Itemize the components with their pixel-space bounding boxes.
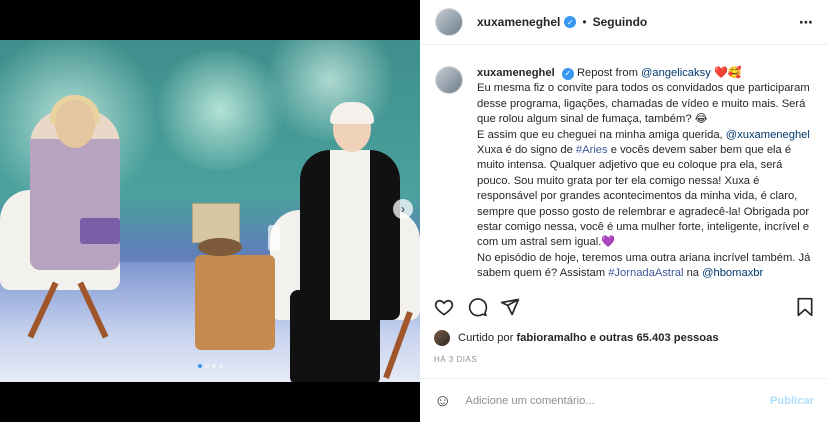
- caption-paragraph: na: [686, 267, 700, 280]
- avatar[interactable]: [435, 66, 463, 94]
- mention-link[interactable]: @hbomaxbr: [702, 267, 763, 279]
- timestamp[interactable]: HÁ 3 DIAS: [434, 355, 477, 364]
- verified-icon: ✓: [564, 16, 577, 28]
- hashtag-link[interactable]: #Aries: [576, 144, 608, 156]
- mention-link[interactable]: @xuxameneghel: [726, 129, 810, 141]
- side-table: [195, 255, 275, 350]
- following-button[interactable]: Seguindo: [593, 15, 648, 29]
- save-icon[interactable]: [796, 297, 814, 322]
- comment-input[interactable]: [465, 394, 770, 407]
- comment-bar: ☺ Publicar: [420, 378, 828, 422]
- comment-icon[interactable]: [468, 297, 488, 322]
- avatar[interactable]: [434, 330, 450, 346]
- carousel-indicator: [198, 364, 223, 368]
- cue-card: [80, 218, 120, 244]
- header-username[interactable]: xuxameneghel: [477, 15, 560, 29]
- liked-prefix: Curtido por: [458, 332, 514, 344]
- action-bar: [434, 297, 814, 317]
- hashtag-link[interactable]: #JornadaAstral: [608, 267, 683, 279]
- separator: •: [582, 15, 587, 29]
- carousel-dot: [219, 364, 223, 368]
- liked-count-link[interactable]: e outras 65.403 pessoas: [590, 332, 719, 344]
- verified-icon: ✓: [561, 67, 574, 80]
- post-caption: xuxameneghel ✓ Repost from @angelicaksy …: [435, 66, 817, 282]
- carousel-dot: [205, 364, 209, 368]
- liked-by: Curtido por fabioramalho e outras 65.403…: [434, 330, 719, 346]
- repost-mention-link[interactable]: @angelicaksy: [641, 67, 711, 79]
- emoji-text: ❤️🥰: [713, 67, 742, 79]
- caption-paragraph: E assim que eu cheguei na minha amiga qu…: [477, 128, 723, 141]
- more-options-icon[interactable]: ⋯: [799, 14, 814, 31]
- person-right: [300, 150, 400, 320]
- avatar[interactable]: [435, 8, 463, 36]
- caption-paragraph: e vocês devem saber bem que ela é muito …: [477, 144, 810, 249]
- caption-paragraph: Eu mesma fiz o convite para todos os con…: [477, 82, 810, 126]
- basket: [198, 238, 242, 256]
- person-left-head: [55, 100, 95, 148]
- caption-username[interactable]: xuxameneghel: [477, 67, 555, 79]
- water-bottle: [268, 225, 280, 251]
- gift-box: [192, 203, 240, 243]
- share-icon[interactable]: [500, 297, 520, 322]
- post-image[interactable]: [0, 40, 420, 382]
- publish-button[interactable]: Publicar: [770, 395, 814, 407]
- liked-user-link[interactable]: fabioramalho: [516, 332, 586, 344]
- post-side-panel: xuxameneghel ✓ • Seguindo ⋯ xuxameneghel…: [420, 0, 828, 422]
- emoji-icon[interactable]: ☺: [434, 391, 451, 411]
- caption-text: xuxameneghel ✓ Repost from @angelicaksy …: [477, 66, 817, 282]
- carousel-dot: [198, 364, 202, 368]
- like-icon[interactable]: [434, 297, 454, 322]
- repost-prefix: Repost from: [576, 67, 638, 79]
- post-header: xuxameneghel ✓ • Seguindo ⋯: [420, 0, 828, 45]
- next-arrow-icon[interactable]: ›: [393, 199, 413, 219]
- caption-paragraph: Xuxa é do signo de: [477, 144, 573, 157]
- carousel-dot: [212, 364, 216, 368]
